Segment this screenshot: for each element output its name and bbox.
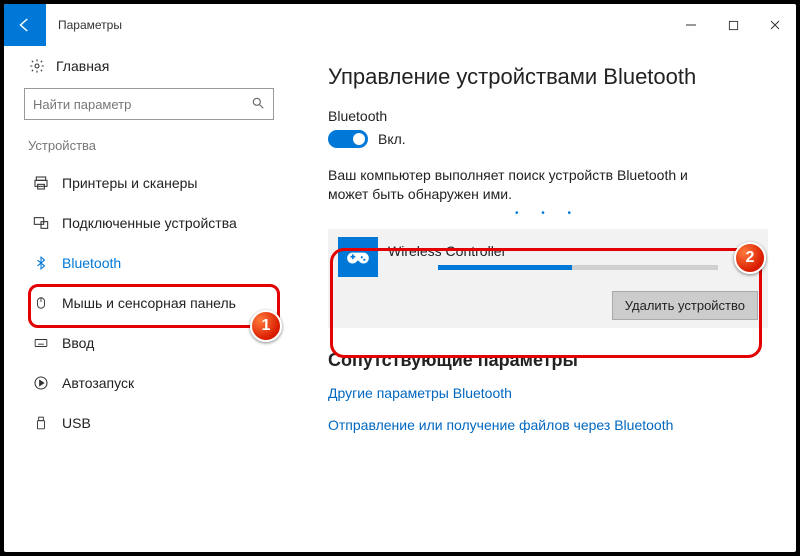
mouse-icon — [32, 295, 50, 311]
titlebar: Параметры — [4, 4, 796, 46]
usb-icon — [32, 415, 50, 431]
page-title: Управление устройствами Bluetooth — [328, 64, 768, 90]
link-more-bluetooth-settings[interactable]: Другие параметры Bluetooth — [328, 385, 768, 401]
sidebar-item-autoplay[interactable]: Автозапуск — [24, 363, 274, 403]
pairing-progress-fill — [438, 265, 572, 270]
sidebar-item-label: USB — [62, 415, 91, 431]
remove-device-button[interactable]: Удалить устройство — [612, 291, 758, 320]
window-body: Главная Найти параметр Устройства Принте… — [4, 46, 796, 552]
settings-window: Параметры Главная Найти параметр — [0, 0, 800, 556]
search-placeholder: Найти параметр — [33, 97, 131, 112]
sidebar-item-bluetooth[interactable]: Bluetooth — [24, 243, 274, 283]
sidebar-item-label: Подключенные устройства — [62, 215, 237, 231]
sidebar-item-printers[interactable]: Принтеры и сканеры — [24, 163, 274, 203]
sidebar-item-label: Bluetooth — [62, 255, 121, 271]
bluetooth-toggle-state: Вкл. — [378, 131, 406, 147]
gamepad-icon — [338, 237, 378, 277]
sidebar: Главная Найти параметр Устройства Принте… — [4, 46, 294, 552]
related-settings-heading: Сопутствующие параметры — [328, 350, 768, 371]
device-name: Wireless Controller — [388, 243, 718, 259]
search-input[interactable]: Найти параметр — [24, 88, 274, 120]
minimize-button[interactable] — [670, 9, 712, 41]
back-button[interactable] — [4, 4, 46, 46]
link-send-receive-files[interactable]: Отправление или получение файлов через B… — [328, 417, 768, 433]
close-button[interactable] — [754, 9, 796, 41]
sidebar-item-label: Автозапуск — [62, 375, 134, 391]
content-pane: Управление устройствами Bluetooth Blueto… — [294, 46, 796, 552]
sidebar-item-mouse[interactable]: Мышь и сенсорная панель — [24, 283, 274, 323]
search-icon — [251, 96, 265, 113]
sidebar-home-label: Главная — [56, 58, 109, 74]
sidebar-item-connected[interactable]: Подключенные устройства — [24, 203, 274, 243]
window-title: Параметры — [58, 18, 122, 32]
bluetooth-toggle-row: Вкл. — [328, 130, 768, 148]
bluetooth-field-label: Bluetooth — [328, 108, 768, 124]
maximize-button[interactable] — [712, 9, 754, 41]
sidebar-item-label: Ввод — [62, 335, 94, 351]
maximize-icon — [728, 20, 739, 31]
sidebar-item-label: Мышь и сенсорная панель — [62, 295, 236, 311]
printer-icon — [32, 175, 50, 191]
pairing-progress — [438, 265, 718, 270]
device-header: Wireless Controller — [338, 237, 758, 277]
bluetooth-icon — [32, 255, 50, 271]
sidebar-item-usb[interactable]: USB — [24, 403, 274, 443]
window-controls — [670, 9, 796, 41]
autoplay-icon — [32, 375, 50, 391]
searching-indicator: • • • — [328, 208, 768, 219]
close-icon — [769, 19, 781, 31]
bluetooth-description: Ваш компьютер выполняет поиск устройств … — [328, 166, 708, 204]
arrow-left-icon — [16, 16, 34, 34]
sidebar-section-label: Устройства — [28, 138, 274, 153]
bluetooth-toggle[interactable] — [328, 130, 368, 148]
keyboard-icon — [32, 336, 50, 350]
minimize-icon — [685, 19, 697, 31]
sidebar-item-label: Принтеры и сканеры — [62, 175, 197, 191]
sidebar-home[interactable]: Главная — [24, 52, 274, 88]
sidebar-item-typing[interactable]: Ввод — [24, 323, 274, 363]
connected-devices-icon — [32, 215, 50, 231]
device-card[interactable]: Wireless Controller Удалить устройство — [328, 229, 768, 328]
gear-icon — [28, 58, 46, 74]
